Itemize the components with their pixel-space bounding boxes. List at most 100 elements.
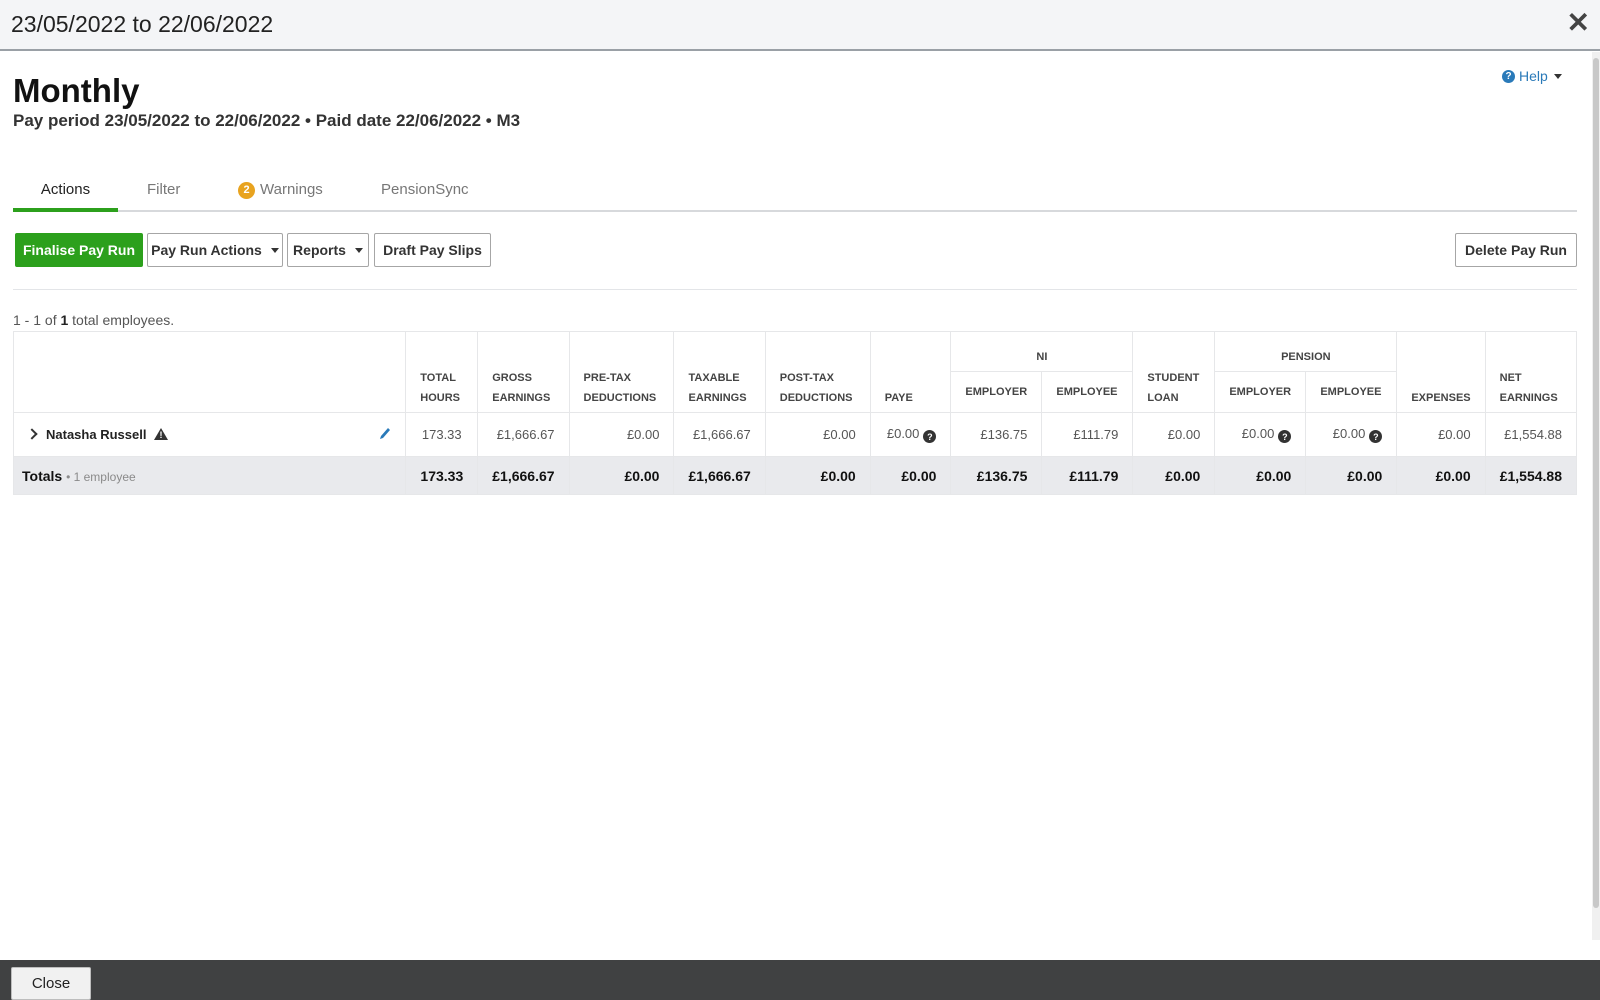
gross-earnings-total: £1,666.67 <box>477 456 570 495</box>
modal-header: 23/05/2022 to 22/06/2022 ✕ <box>0 0 1600 51</box>
question-icon[interactable]: ? <box>923 430 937 444</box>
net-earnings-cell: £1,554.88 <box>1484 412 1578 457</box>
taxable-earnings-header: TAXABLE EARNINGS <box>673 331 766 413</box>
student-loan-total: £0.00 <box>1132 456 1216 495</box>
pay-run-table: TOTAL HOURS GROSS EARNINGS PRE-TAX DEDUCTIO… <box>12 331 1578 495</box>
warnings-count-badge: 2 <box>238 181 255 199</box>
button-label: Finalise Pay Run <box>22 242 136 258</box>
pension-employer-total: £0.00 <box>1214 456 1307 495</box>
header-line: LOAN <box>1147 392 1179 404</box>
taxable-earnings-total: £1,666.67 <box>673 456 766 495</box>
ni-employee-header: EMPLOYEE <box>1041 371 1134 413</box>
pension-group-header: PENSION <box>1214 331 1398 372</box>
pension-employee-total: £0.00 <box>1305 456 1398 495</box>
pension-employee-value: £0.00 <box>1332 425 1366 441</box>
posttax-deductions-header: POST-TAX DEDUCTIONS <box>764 331 871 413</box>
ni-employee-total: £111.79 <box>1041 456 1134 495</box>
tab-bar: Actions Filter 2 Warnings PensionSync <box>13 172 1577 212</box>
header-line: POST-TAX <box>779 372 834 384</box>
help-label: Help <box>1519 68 1548 84</box>
warning-icon <box>154 428 169 440</box>
pretax-deductions-total: £0.00 <box>568 456 675 495</box>
tab-label: Warnings <box>260 181 323 198</box>
pension-employee-cell: £0.00? <box>1305 412 1398 457</box>
total-hours-cell: 173.33 <box>405 412 479 457</box>
question-icon[interactable]: ? <box>1278 430 1292 444</box>
employee-header <box>12 331 407 413</box>
employee-name-cell[interactable]: Natasha Russell <box>12 412 407 457</box>
count-prefix: 1 - 1 of <box>13 312 57 328</box>
employee-count: 1 - 1 of 1 total employees. <box>13 312 174 328</box>
button-label: Draft Pay Slips <box>383 242 482 258</box>
draft-pay-slips-button[interactable]: Draft Pay Slips <box>374 233 491 267</box>
count-suffix: total employees. <box>72 312 175 328</box>
ni-employer-header: EMPLOYER <box>950 371 1043 413</box>
header-line: NET <box>1499 372 1522 384</box>
total-hours-header: TOTAL HOURS <box>405 331 479 413</box>
expenses-total: £0.00 <box>1396 456 1486 495</box>
student-loan-header: STUDENT LOAN <box>1132 331 1216 413</box>
taxable-earnings-cell: £1,666.67 <box>673 412 766 457</box>
modal-title: 23/05/2022 to 22/06/2022 <box>11 11 274 37</box>
tab-label: Filter <box>147 181 181 198</box>
posttax-deductions-total: £0.00 <box>764 456 871 495</box>
caret-down-icon <box>270 247 279 253</box>
table-row: Natasha Russell 173.33 £1,666.67 £0.00 £… <box>12 412 1578 457</box>
pension-employer-value: £0.00 <box>1241 425 1275 441</box>
scrollbar[interactable] <box>1592 52 1600 940</box>
question-icon[interactable]: ? <box>1369 430 1383 444</box>
pension-employee-header: EMPLOYEE <box>1305 371 1398 413</box>
page-title: Monthly <box>13 72 140 109</box>
ni-employer-cell: £136.75 <box>950 412 1043 457</box>
header-line: GROSS <box>492 372 532 384</box>
expenses-cell: £0.00 <box>1396 412 1486 457</box>
modal-footer: Close <box>0 960 1600 1000</box>
pension-employer-header: EMPLOYER <box>1214 371 1307 413</box>
header-line: TOTAL <box>420 372 456 384</box>
tab-label: Actions <box>40 181 91 198</box>
student-loan-cell: £0.00 <box>1132 412 1216 457</box>
divider <box>13 289 1577 290</box>
button-label: Reports <box>293 242 346 258</box>
header-line: DEDUCTIONS <box>583 392 657 404</box>
scrollbar-thumb[interactable] <box>1593 58 1599 908</box>
header-line: HOURS <box>420 392 460 404</box>
pretax-deductions-cell: £0.00 <box>568 412 675 457</box>
tab-label: PensionSync <box>381 181 469 198</box>
chevron-right-icon[interactable] <box>26 428 38 440</box>
gross-earnings-header: GROSS EARNINGS <box>477 331 570 413</box>
count-total: 1 <box>60 312 69 328</box>
posttax-deductions-cell: £0.00 <box>764 412 871 457</box>
ni-employer-total: £136.75 <box>950 456 1043 495</box>
header-line: EARNINGS <box>1499 392 1558 404</box>
tab-pensionsync[interactable]: PensionSync <box>381 172 469 210</box>
tab-filter[interactable]: Filter <box>147 172 180 210</box>
header-line: EARNINGS <box>492 392 551 404</box>
tab-actions[interactable]: Actions <box>13 172 118 212</box>
employee-name[interactable]: Natasha Russell <box>46 427 146 442</box>
pay-run-actions-dropdown[interactable]: Pay Run Actions <box>147 233 283 267</box>
paye-value: £0.00 <box>886 425 920 441</box>
totals-row: Totals • 1 employee 173.33 £1,666.67 £0.… <box>12 456 1578 495</box>
help-menu[interactable]: ? Help <box>1502 68 1562 84</box>
caret-down-icon <box>1553 73 1562 79</box>
paye-header: PAYE <box>869 331 952 413</box>
reports-dropdown[interactable]: Reports <box>287 233 369 267</box>
pretax-deductions-header: PRE-TAX DEDUCTIONS <box>568 331 675 413</box>
totals-label-cell: Totals • 1 employee <box>12 456 407 495</box>
ni-group-header: NI <box>950 331 1134 372</box>
expenses-header: EXPENSES <box>1396 331 1486 413</box>
finalise-pay-run-button[interactable]: Finalise Pay Run <box>15 233 143 267</box>
close-button[interactable]: Close <box>11 967 91 1000</box>
ni-employee-cell: £111.79 <box>1041 412 1134 457</box>
delete-pay-run-button[interactable]: Delete Pay Run <box>1455 233 1577 267</box>
header-line: EARNINGS <box>688 392 747 404</box>
pencil-icon[interactable] <box>379 427 391 441</box>
pay-period-subtitle: Pay period 23/05/2022 to 22/06/2022 • Pa… <box>13 111 521 130</box>
button-label: Pay Run Actions <box>151 242 262 258</box>
close-icon[interactable]: ✕ <box>1567 8 1590 38</box>
total-hours-total: 173.33 <box>405 456 479 495</box>
tab-warnings[interactable]: 2 Warnings <box>238 172 323 210</box>
paye-total: £0.00 <box>869 456 952 495</box>
gross-earnings-cell: £1,666.67 <box>477 412 570 457</box>
